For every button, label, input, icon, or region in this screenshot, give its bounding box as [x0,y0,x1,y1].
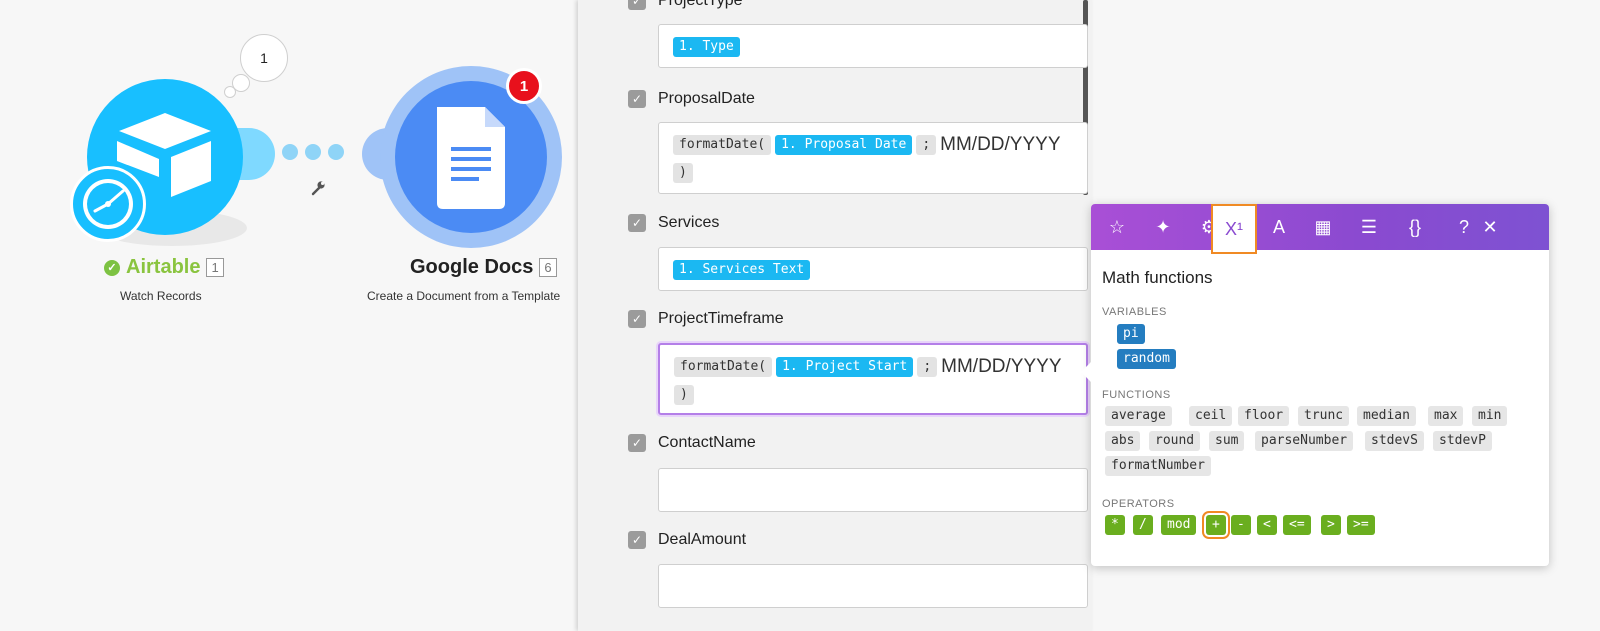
popover-title: Math functions [1102,268,1213,287]
popover-toolbar: ☆ ✦ ⚙ X¹ A ▦ ☰{}? ✕ [1091,204,1549,254]
scenario-canvas: 1 1 ✓ Airtable 1 Watch Records Google Do… [0,0,580,631]
function-chip-stdevs[interactable]: stdevS [1365,431,1424,451]
function-chip-median[interactable]: median [1357,406,1416,426]
clock-icon [83,179,133,229]
function-chip-trunc[interactable]: trunc [1298,406,1350,426]
field-input-contactname[interactable] [658,468,1088,512]
calendar-icon[interactable]: ▦ [1301,204,1345,250]
function-token[interactable]: formatDate( [673,135,772,155]
field-label-services: ✓ Services [628,214,719,232]
google-docs-name: Google Docs [410,256,534,278]
field-checkbox[interactable]: ✓ [628,0,646,10]
variables-heading: VARIABLES [1102,306,1167,318]
field-label-contactname: ✓ ContactName [628,434,756,452]
airtable-subtitle: Watch Records [120,289,202,303]
operator-chip[interactable]: <= [1283,515,1311,535]
literal-text: MM/DD/YYYY [941,356,1062,377]
function-chip-stdevp[interactable]: stdevP [1433,431,1492,451]
field-input-dealamount[interactable] [658,564,1088,608]
field-checkbox[interactable]: ✓ [628,90,646,108]
operator-chip[interactable]: * [1105,515,1125,535]
function-token[interactable]: ) [674,385,694,405]
table-icon[interactable]: ☰ [1347,204,1391,250]
operator-chip[interactable]: / [1133,515,1153,535]
field-label-projecttimeframe: ✓ ProjectTimeframe [628,310,784,328]
operator-chip[interactable]: >= [1347,515,1375,535]
operators-heading: OPERATORS [1102,498,1175,510]
field-label-text: ContactName [658,434,756,451]
mapped-variable-pill[interactable]: 1. Services Text [673,259,811,280]
function-chip-abs[interactable]: abs [1105,431,1141,451]
function-chip-floor[interactable]: floor [1238,406,1290,426]
airtable-name: Airtable [126,256,201,278]
google-docs-title: Google Docs 6 [410,256,557,279]
mapped-variable-pill[interactable]: 1. Type [673,36,740,57]
function-chip-round[interactable]: round [1149,431,1201,451]
connection-dot [328,144,344,160]
notification-badge[interactable]: 1 [506,68,542,104]
field-label-text: ProjectType [658,0,743,9]
function-token[interactable]: ; [916,135,937,155]
google-docs-module-id: 6 [539,258,557,277]
operations-count: 1 [260,50,268,66]
functions-heading: FUNCTIONS [1102,389,1171,401]
operator-chip[interactable]: > [1321,515,1341,535]
sparkle-icon[interactable]: ✦ [1141,204,1185,250]
operator-chip[interactable]: + [1202,511,1230,539]
field-checkbox[interactable]: ✓ [628,531,646,549]
operator-chip[interactable]: mod [1161,515,1197,535]
connection-dot [305,144,321,160]
field-input-services[interactable]: 1. Services Text [658,247,1088,291]
field-label-projecttype: ✓ ProjectType [628,0,742,10]
operator-chip[interactable]: < [1257,515,1277,535]
function-token[interactable]: ) [673,163,693,183]
field-input-projecttype[interactable]: 1. Type [658,24,1088,68]
field-input-proposaldate[interactable]: formatDate(1. Proposal Date; MM/DD/YYYY) [658,122,1088,194]
notification-count: 1 [519,77,529,95]
math-icon[interactable]: X¹ [1211,204,1257,254]
literal-text: MM/DD/YYYY [940,134,1061,155]
field-label-text: ProjectTimeframe [658,310,784,327]
airtable-module-id: 1 [206,258,224,277]
connection-dot [282,144,298,160]
wrench-icon[interactable] [310,180,326,196]
clock-badge[interactable] [70,166,146,242]
operator-chip[interactable]: - [1231,515,1251,535]
popover-arrow [1081,362,1091,382]
close-icon[interactable]: ✕ [1475,204,1505,250]
field-checkbox[interactable]: ✓ [628,214,646,232]
star-icon[interactable]: ☆ [1095,204,1139,250]
function-chip-formatnumber[interactable]: formatNumber [1105,456,1211,476]
field-label-dealamount: ✓ DealAmount [628,531,746,549]
function-chip-parsenumber[interactable]: parseNumber [1255,431,1354,451]
google-docs-subtitle: Create a Document from a Template [367,289,561,303]
field-label-text: ProposalDate [658,90,755,107]
field-label-text: DealAmount [658,531,747,548]
function-token[interactable]: formatDate( [674,357,773,377]
mapping-popover: ☆ ✦ ⚙ X¹ A ▦ ☰{}? ✕ Math functions VARIABLES pi… [1081,204,1549,566]
function-chip-sum[interactable]: sum [1209,431,1245,451]
braces-icon[interactable]: {} [1393,204,1437,250]
check-icon: ✓ [104,259,120,276]
variable-chip-random[interactable]: random [1117,349,1176,369]
mapped-variable-pill[interactable]: 1. Project Start [776,357,914,377]
function-token[interactable]: ; [917,357,938,377]
field-label-text: Services [658,214,720,231]
function-chip-ceil[interactable]: ceil [1189,406,1233,426]
field-checkbox[interactable]: ✓ [628,434,646,452]
field-checkbox[interactable]: ✓ [628,310,646,328]
function-chip-min[interactable]: min [1472,406,1508,426]
mapped-variable-pill[interactable]: 1. Proposal Date [775,135,913,155]
variable-chip-pi[interactable]: pi [1117,324,1145,344]
operations-count-bubble[interactable]: 1 [240,34,288,82]
field-input-projecttimeframe[interactable]: formatDate(1. Project Start; MM/DD/YYYY) [658,343,1088,415]
text-icon[interactable]: A [1257,204,1301,250]
airtable-title: ✓ Airtable 1 [104,256,224,279]
function-chip-max[interactable]: max [1428,406,1464,426]
field-label-proposaldate: ✓ ProposalDate [628,90,755,108]
function-chip-average[interactable]: average [1105,406,1172,426]
